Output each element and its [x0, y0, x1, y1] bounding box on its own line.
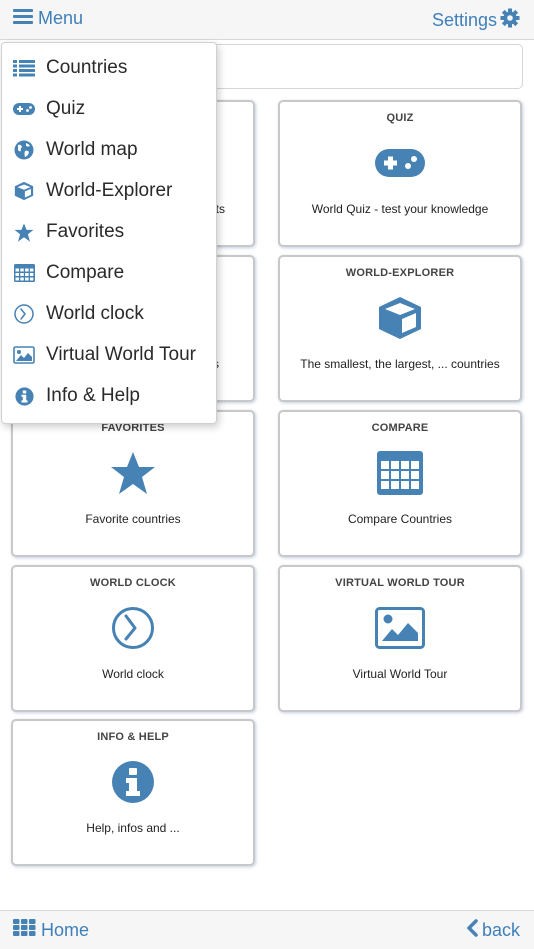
menu-item-quiz[interactable]: Quiz [2, 91, 216, 127]
tile-title: COMPARE [371, 422, 429, 434]
tile-title: INFO & HELP [97, 731, 169, 743]
tile-virtual-world-tour[interactable]: VIRTUAL WORLD TOUR Virtual World Tour [278, 565, 522, 712]
tile-title: QUIZ [386, 112, 414, 124]
footer-bar: Home back [0, 910, 534, 949]
menu-item-label: Virtual World Tour [46, 344, 196, 365]
list-icon [13, 57, 35, 79]
tile-world-clock[interactable]: WORLD CLOCK World clock [11, 565, 255, 712]
tile-desc: World Quiz - test your knowledge [311, 202, 489, 216]
tile-title: WORLD CLOCK [90, 577, 176, 589]
menu-item-label: World clock [46, 303, 144, 324]
menu-item-virtual-world-tour[interactable]: Virtual World Tour [2, 337, 216, 373]
menu-item-info-help[interactable]: Info & Help [2, 378, 216, 414]
tile-title: VIRTUAL WORLD TOUR [335, 577, 465, 589]
cube-icon [375, 295, 425, 341]
back-label: back [481, 920, 520, 940]
gamepad-icon [375, 140, 425, 186]
nav-menu-dropdown: Countries Quiz World map World-Explorer … [1, 42, 217, 424]
gear-icon [500, 8, 520, 33]
menu-label: Menu [38, 8, 84, 28]
tile-compare[interactable]: COMPARE Compare Countries [278, 410, 522, 557]
tile-world-explorer[interactable]: WORLD-EXPLORER The smallest, the largest… [278, 255, 522, 402]
menu-item-favorites[interactable]: Favorites [2, 214, 216, 250]
menu-item-label: Favorites [46, 221, 125, 242]
back-button[interactable]: back [466, 919, 520, 942]
star-icon [108, 450, 158, 496]
menu-item-countries[interactable]: Countries [2, 50, 216, 86]
menu-item-world-map[interactable]: World map [2, 132, 216, 168]
star-icon [13, 221, 35, 243]
menu-item-label: Countries [46, 57, 128, 78]
tile-desc: The smallest, the largest, ... countries [300, 357, 500, 371]
tile-desc: Favorite countries [85, 512, 181, 526]
image-icon [13, 344, 35, 366]
tile-desc: Help, infos and ... [86, 821, 180, 835]
image-icon [375, 605, 425, 651]
tile-desc: World clock [102, 667, 164, 681]
gamepad-icon [13, 98, 35, 120]
clock-icon [13, 303, 35, 325]
menu-button[interactable]: Menu [13, 8, 83, 29]
home-label: Home [41, 919, 90, 940]
chevron-left-icon [466, 919, 478, 942]
menu-item-label: World map [46, 139, 138, 160]
tile-info-help[interactable]: INFO & HELP Help, infos and ... [11, 719, 255, 866]
cube-icon [13, 180, 35, 202]
table-icon [375, 450, 425, 496]
tile-desc: Virtual World Tour [352, 667, 448, 681]
grid-icon [13, 919, 36, 941]
menu-item-label: World-Explorer [46, 180, 173, 201]
globe-icon [13, 139, 35, 161]
tile-quiz[interactable]: QUIZ World Quiz - test your knowledge [278, 100, 522, 247]
tile-desc: Compare Countries [347, 512, 453, 526]
menu-item-compare[interactable]: Compare [2, 255, 216, 291]
settings-label: Settings [431, 10, 497, 30]
tile-title: WORLD-EXPLORER [345, 267, 455, 279]
clock-icon [108, 605, 158, 651]
home-button[interactable]: Home [13, 919, 89, 941]
hamburger-icon [13, 8, 33, 29]
table-icon [13, 262, 35, 284]
tile-favorites[interactable]: FAVORITES Favorite countries [11, 410, 255, 557]
settings-button[interactable]: Settings [432, 8, 520, 33]
info-icon [13, 385, 35, 407]
menu-item-world-explorer[interactable]: World-Explorer [2, 173, 216, 209]
header-bar: Menu Settings [0, 0, 534, 40]
info-icon [108, 759, 158, 805]
menu-item-world-clock[interactable]: World clock [2, 296, 216, 332]
menu-item-label: Info & Help [46, 385, 140, 406]
menu-item-label: Compare [46, 262, 125, 283]
menu-item-label: Quiz [46, 98, 86, 119]
